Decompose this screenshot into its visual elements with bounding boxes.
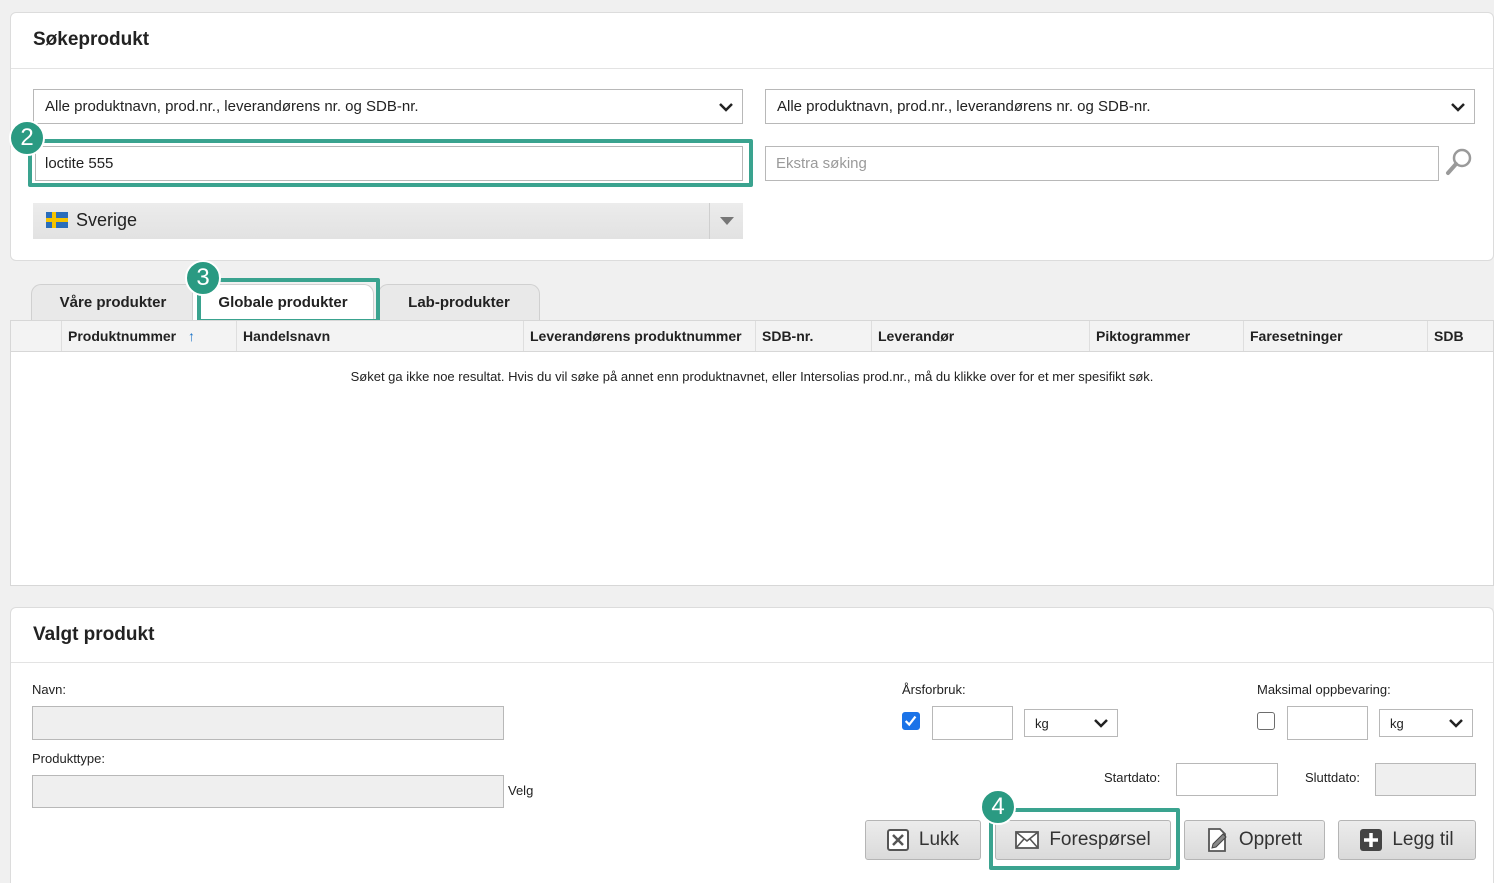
annual-unit-select[interactable]: kg xyxy=(1024,709,1118,737)
selected-panel-divider xyxy=(11,662,1493,663)
annual-consumption-checkbox[interactable] xyxy=(902,712,920,730)
column-header-supplier-product-number[interactable]: Leverandørens produktnummer xyxy=(523,321,755,351)
step-badge-2: 2 xyxy=(9,120,45,156)
tab-highlight xyxy=(197,278,380,323)
step-badge-3: 3 xyxy=(185,260,221,296)
annual-unit-value: kg xyxy=(1035,715,1049,731)
step-badge-4: 4 xyxy=(980,789,1016,825)
max-storage-checkbox[interactable] xyxy=(1257,712,1275,730)
product-type-field xyxy=(32,775,504,808)
extra-search-input[interactable]: Ekstra søking xyxy=(765,146,1439,181)
max-storage-input[interactable] xyxy=(1287,706,1368,740)
close-box-icon xyxy=(886,829,909,851)
country-select[interactable]: Sverige xyxy=(33,203,743,239)
product-type-label: Produkttype: xyxy=(32,751,105,766)
search-panel-divider xyxy=(11,68,1493,69)
chevron-down-icon xyxy=(1094,719,1108,728)
column-header-supplier[interactable]: Leverandør xyxy=(871,321,1089,351)
add-button[interactable]: Legg til xyxy=(1338,820,1476,860)
end-date-input xyxy=(1375,763,1476,796)
annual-consumption-input[interactable] xyxy=(932,706,1013,740)
sweden-flag-icon xyxy=(46,212,68,228)
column-header-product-number[interactable]: Produktnummer ↑ xyxy=(61,321,236,351)
annual-consumption-label: Årsforbruk: xyxy=(902,682,966,697)
tab-lab-products-label: Lab-produkter xyxy=(408,294,510,311)
checkmark-icon xyxy=(904,715,917,727)
max-storage-label: Maksimal oppbevaring: xyxy=(1257,682,1391,697)
sort-ascending-icon: ↑ xyxy=(188,328,196,344)
close-button[interactable]: Lukk xyxy=(865,820,981,860)
column-header-sdb-number[interactable]: SDB-nr. xyxy=(755,321,871,351)
search-panel-title: Søkeprodukt xyxy=(33,29,150,50)
grid-empty-message: Søket ga ikke noe resultat. Hvis du vil … xyxy=(350,369,1154,384)
end-date-label: Sluttdato: xyxy=(1305,770,1360,785)
country-dropdown-divider xyxy=(709,203,710,239)
search-filter-select-left[interactable]: Alle produktnavn, prod.nr., leverandøren… xyxy=(33,89,743,124)
column-header-hazard-statements[interactable]: Faresetninger xyxy=(1243,321,1427,351)
triangle-down-icon xyxy=(720,217,734,225)
tab-our-products-label: Våre produkter xyxy=(59,294,167,311)
name-label: Navn: xyxy=(32,682,66,697)
column-header-pictograms[interactable]: Piktogrammer xyxy=(1089,321,1243,351)
chevron-down-icon xyxy=(719,102,733,112)
search-filter-right-value: Alle produktnavn, prod.nr., leverandøren… xyxy=(777,98,1151,115)
name-field xyxy=(32,706,504,740)
column-header-trade-name[interactable]: Handelsnavn xyxy=(236,321,524,351)
plus-icon xyxy=(1360,829,1383,851)
close-button-label: Lukk xyxy=(918,829,960,850)
search-filter-select-right[interactable]: Alle produktnavn, prod.nr., leverandøren… xyxy=(765,89,1475,124)
choose-product-type-link[interactable]: Velg xyxy=(508,783,533,798)
search-input-highlight xyxy=(28,139,753,187)
grid-header: Produktnummer ↑ Handelsnavn Leverandøren… xyxy=(11,321,1493,352)
tab-our-products[interactable]: Våre produkter xyxy=(31,284,195,320)
column-header-sdb[interactable]: SDB xyxy=(1427,321,1493,351)
selected-product-title: Valgt produkt xyxy=(33,624,155,645)
create-button[interactable]: Opprett xyxy=(1184,820,1325,860)
start-date-label: Startdato: xyxy=(1104,770,1161,785)
country-value: Sverige xyxy=(76,210,138,230)
search-icon[interactable] xyxy=(1444,147,1474,177)
request-button-highlight xyxy=(989,808,1180,870)
add-button-label: Legg til xyxy=(1392,829,1454,850)
create-button-label: Opprett xyxy=(1238,829,1303,850)
extra-search-placeholder: Ekstra søking xyxy=(776,155,867,172)
document-edit-icon xyxy=(1207,828,1227,852)
tab-lab-products[interactable]: Lab-produkter xyxy=(378,284,540,320)
results-grid: Produktnummer ↑ Handelsnavn Leverandøren… xyxy=(10,320,1494,586)
storage-unit-value: kg xyxy=(1390,715,1404,731)
storage-unit-select[interactable]: kg xyxy=(1379,709,1473,737)
start-date-input[interactable] xyxy=(1176,763,1278,796)
chevron-down-icon xyxy=(1449,719,1463,728)
chevron-down-icon xyxy=(1451,102,1465,112)
search-filter-left-value: Alle produktnavn, prod.nr., leverandøren… xyxy=(45,98,419,115)
